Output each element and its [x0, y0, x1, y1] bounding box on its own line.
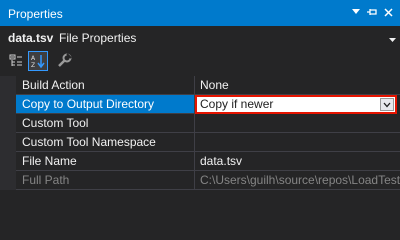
- properties-title-bar: Properties: [0, 0, 400, 26]
- property-value[interactable]: [195, 133, 400, 152]
- pin-icon[interactable]: [364, 4, 380, 20]
- chevron-down-icon[interactable]: [389, 32, 396, 46]
- property-row-custom-tool[interactable]: Custom Tool: [0, 114, 400, 133]
- row-gutter: [0, 133, 16, 152]
- property-name: File Name: [16, 152, 195, 171]
- dropdown-selected-value: Copy if newer: [200, 97, 274, 111]
- property-name: Full Path: [16, 171, 195, 190]
- property-grid: Build Action None Copy to Output Directo…: [0, 76, 400, 212]
- property-value: C:\Users\guilh\source\repos\LoadTest: [195, 171, 400, 190]
- row-gutter: [0, 171, 16, 190]
- copy-to-output-dropdown[interactable]: Copy if newer: [195, 95, 397, 114]
- property-row-build-action[interactable]: Build Action None: [0, 76, 400, 95]
- property-value-editor[interactable]: Copy if newer: [195, 95, 400, 114]
- svg-text:Z: Z: [31, 62, 35, 69]
- property-value[interactable]: [195, 114, 400, 133]
- property-row-file-name[interactable]: File Name data.tsv: [0, 152, 400, 171]
- close-icon[interactable]: [380, 4, 396, 20]
- object-selector[interactable]: data.tsv File Properties: [0, 26, 400, 48]
- selected-object-name: data.tsv: [8, 31, 54, 45]
- property-name: Custom Tool Namespace: [16, 133, 195, 152]
- property-name: Copy to Output Directory: [16, 95, 195, 114]
- panel-title: Properties: [8, 7, 63, 21]
- chevron-down-icon[interactable]: [380, 98, 394, 111]
- categorized-icon[interactable]: [6, 51, 26, 71]
- property-row-full-path[interactable]: Full Path C:\Users\guilh\source\repos\Lo…: [0, 171, 400, 190]
- properties-toolbar: A Z: [0, 48, 400, 74]
- property-row-copy-to-output[interactable]: Copy to Output Directory Copy if newer: [0, 95, 400, 114]
- property-value[interactable]: data.tsv: [195, 152, 400, 171]
- property-value[interactable]: None: [195, 76, 400, 95]
- property-pages-icon[interactable]: [54, 51, 74, 71]
- caret-down-icon[interactable]: [348, 4, 364, 20]
- alphabetical-icon[interactable]: A Z: [28, 51, 48, 71]
- row-gutter: [0, 114, 16, 133]
- property-name: Build Action: [16, 76, 195, 95]
- row-gutter: [0, 76, 16, 95]
- property-row-custom-tool-namespace[interactable]: Custom Tool Namespace: [0, 133, 400, 152]
- selected-object-type: File Properties: [59, 31, 137, 45]
- row-gutter: [0, 152, 16, 171]
- property-name: Custom Tool: [16, 114, 195, 133]
- row-gutter: [0, 95, 16, 114]
- svg-text:A: A: [31, 55, 36, 62]
